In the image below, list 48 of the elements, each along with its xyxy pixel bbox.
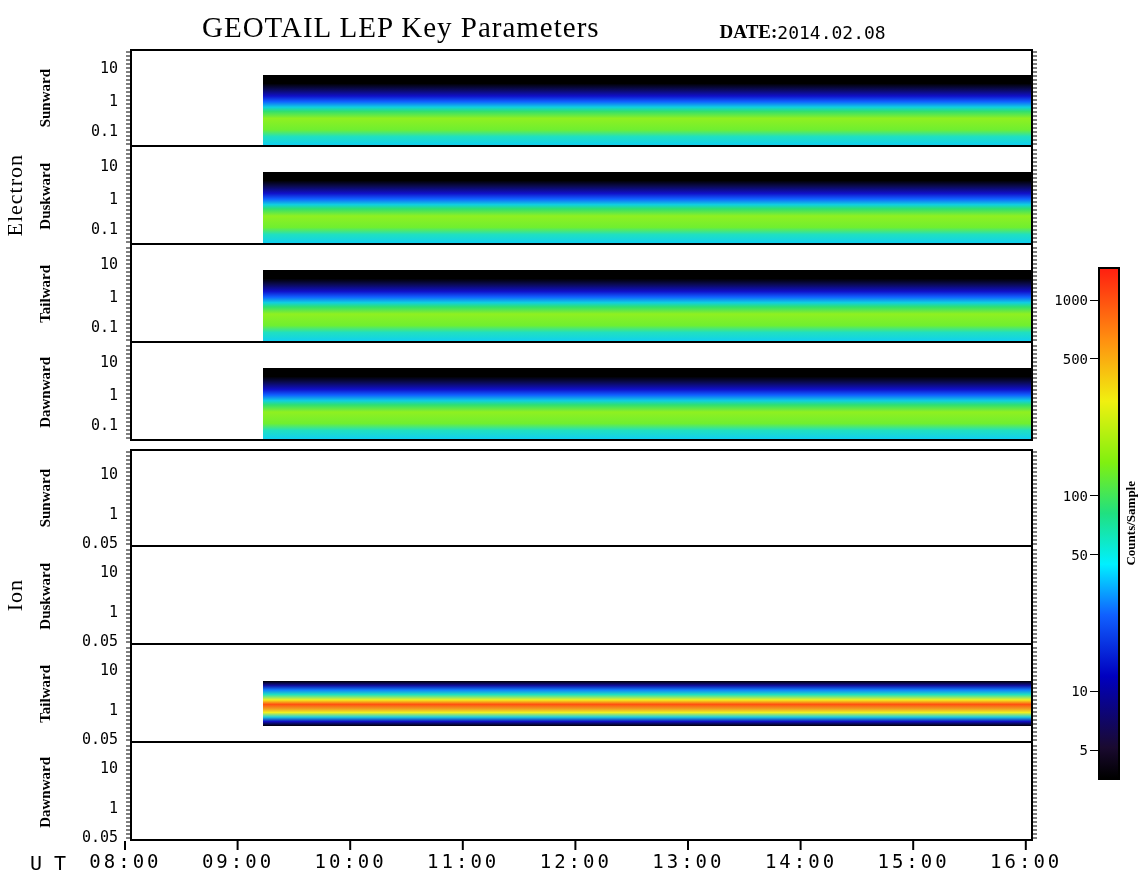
chart-title: GEOTAIL LEP Key Parameters — [202, 10, 600, 45]
direction-label: Tailward — [36, 665, 54, 723]
y-tick-label: 10 — [99, 662, 118, 678]
y-tick-label: 1 — [108, 702, 118, 718]
x-tick-label: 08:00 — [88, 851, 163, 871]
y-tick-label: 10 — [99, 760, 118, 776]
y-tick-label: 10 — [99, 564, 118, 580]
direction-label: Dawnward — [36, 356, 54, 428]
y-tick-label: 1 — [108, 604, 118, 620]
direction-label: Dawnward — [36, 756, 54, 828]
y-tick-label: 0.05 — [81, 535, 118, 551]
y-tick-label: 1 — [108, 93, 118, 109]
x-tick-label: 13:00 — [651, 851, 726, 871]
y-tick-label: 1 — [108, 289, 118, 305]
colorbar-label: Counts/Sample — [1123, 481, 1139, 566]
y-tick-label: 0.1 — [90, 319, 118, 335]
y-tick-label: 1 — [108, 800, 118, 816]
y-tick-label: 10 — [99, 256, 118, 272]
y-tick-label: 10 — [99, 354, 118, 370]
x-tick-label: 10:00 — [313, 851, 388, 871]
y-tick-label: 10 — [99, 60, 118, 76]
y-tick-label: 10 — [99, 466, 118, 482]
direction-label: Sunward — [36, 68, 54, 128]
group-label: Ion — [2, 578, 28, 612]
x-tick-label: 11:00 — [426, 851, 501, 871]
axis-label: U T — [29, 853, 67, 877]
direction-label: Duskward — [36, 162, 54, 230]
y-tick-label: 0.05 — [81, 731, 118, 747]
y-tick-label: 0.05 — [81, 633, 118, 649]
y-tick-label: 0.05 — [81, 829, 118, 845]
y-tick-label: 1 — [108, 191, 118, 207]
y-tick-label: 1 — [108, 506, 118, 522]
x-tick-label: 12:00 — [538, 851, 613, 871]
y-tick-label: 0.1 — [90, 417, 118, 433]
x-tick-label: 14:00 — [763, 851, 839, 871]
x-tick-label: 09:00 — [200, 851, 276, 871]
y-tick-label: 0.1 — [90, 221, 118, 237]
direction-label: Tailward — [36, 265, 54, 323]
x-tick-label: 16:00 — [989, 851, 1064, 871]
group-label: Electron — [2, 153, 28, 237]
y-tick-label: 0.1 — [90, 123, 118, 139]
date-label: DATE: — [719, 21, 778, 44]
direction-label: Sunward — [36, 468, 54, 528]
y-tick-label: 1 — [108, 387, 118, 403]
x-tick-label: 15:00 — [876, 851, 951, 871]
date-value: 2014.02.08 — [777, 22, 886, 45]
y-tick-label: 10 — [99, 158, 118, 174]
direction-label: Duskward — [36, 562, 54, 630]
